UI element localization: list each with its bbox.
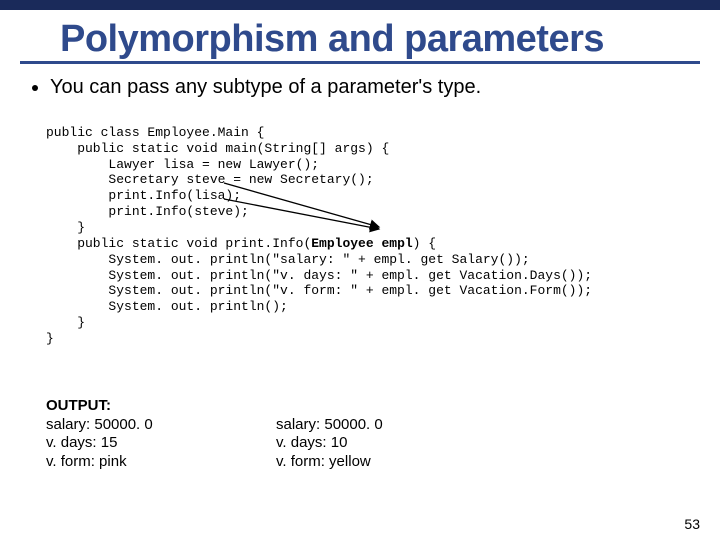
code-line: public static void print.Info( bbox=[46, 236, 311, 251]
output-columns: salary: 50000. 0 v. days: 15 v. form: pi… bbox=[46, 416, 696, 472]
code-line: } bbox=[46, 315, 85, 330]
code-line: System. out. println(); bbox=[46, 299, 288, 314]
code-line: ) { bbox=[413, 236, 436, 251]
code-line: print.Info(lisa); bbox=[46, 188, 241, 203]
code-line: } bbox=[46, 331, 54, 346]
output-col-left: salary: 50000. 0 v. days: 15 v. form: pi… bbox=[46, 416, 276, 472]
code-line: public static void main(String[] args) { bbox=[46, 141, 389, 156]
code-line: Lawyer lisa = new Lawyer(); bbox=[46, 157, 319, 172]
slide-title: Polymorphism and parameters bbox=[20, 10, 700, 64]
code-line: Secretary steve = new Secretary(); bbox=[46, 172, 374, 187]
code-block: public class Employee.Main { public stat… bbox=[24, 109, 696, 379]
code-line: System. out. println("v. days: " + empl.… bbox=[46, 268, 592, 283]
output-label: OUTPUT: bbox=[46, 397, 696, 414]
code-line: System. out. println("salary: " + empl. … bbox=[46, 252, 530, 267]
code-line: public class Employee.Main { bbox=[46, 125, 264, 140]
slide-content: You can pass any subtype of a parameter'… bbox=[0, 76, 720, 472]
top-accent-bar bbox=[0, 0, 720, 10]
page-number: 53 bbox=[684, 516, 700, 532]
code-line: } bbox=[46, 220, 85, 235]
output-col-right: salary: 50000. 0 v. days: 10 v. form: ye… bbox=[276, 416, 383, 472]
code-line: print.Info(steve); bbox=[46, 204, 249, 219]
output-block: OUTPUT: salary: 50000. 0 v. days: 15 v. … bbox=[24, 397, 696, 472]
code-highlight-param: Employee empl bbox=[311, 236, 412, 251]
code-line: System. out. println("v. form: " + empl.… bbox=[46, 283, 592, 298]
bullet-list: You can pass any subtype of a parameter'… bbox=[24, 76, 696, 99]
bullet-main: You can pass any subtype of a parameter'… bbox=[50, 76, 696, 99]
